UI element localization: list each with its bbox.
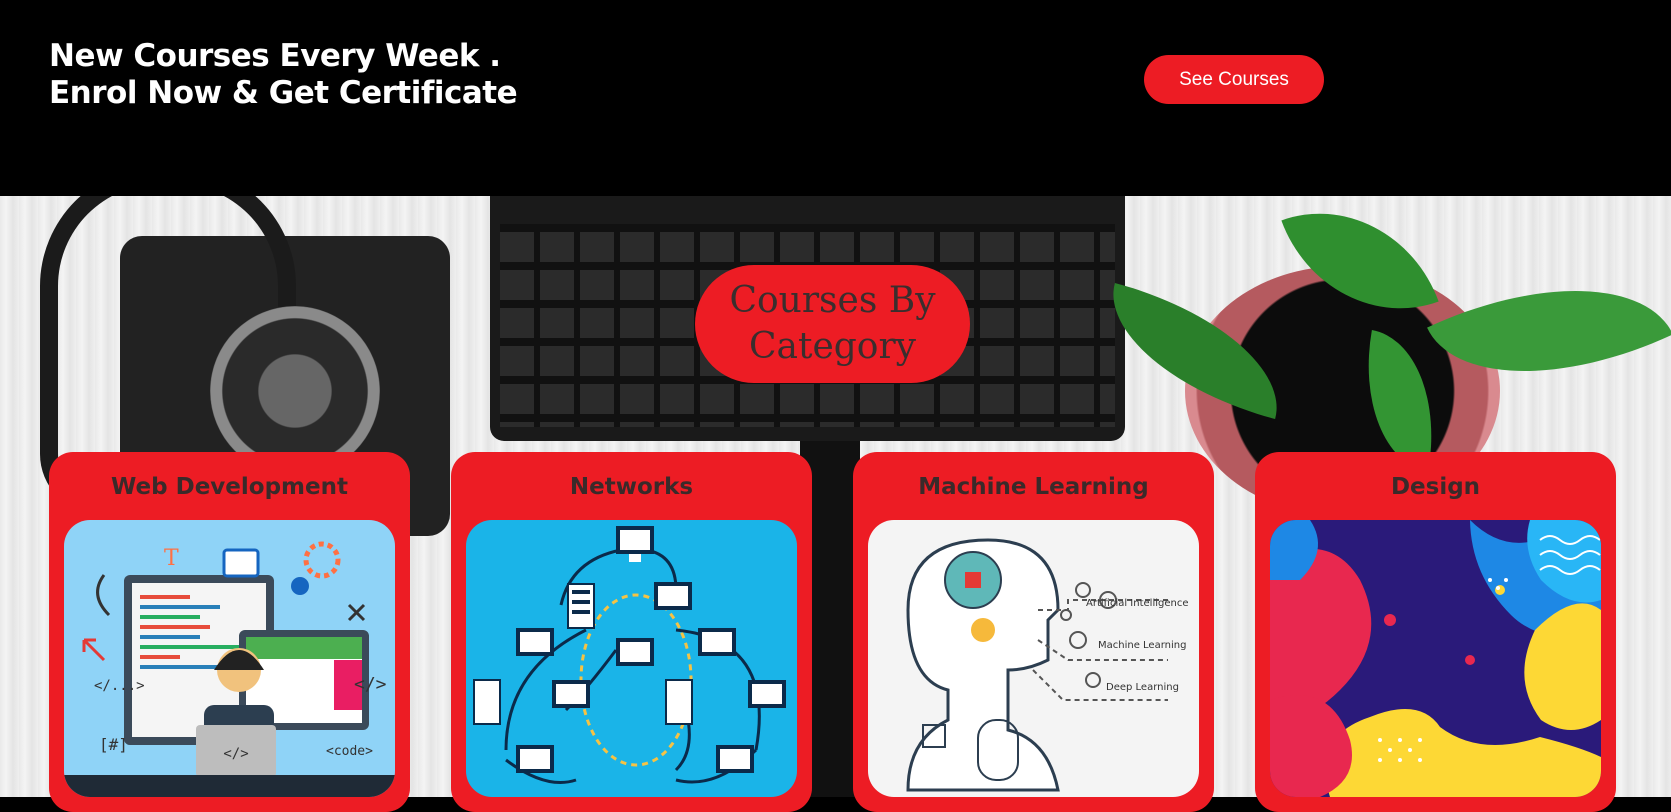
camera-lens-photo: [210, 306, 380, 476]
svg-text:T: T: [164, 546, 179, 571]
category-title: Design: [1390, 474, 1481, 500]
top-banner: New Courses Every Week . Enrol Now & Get…: [0, 0, 1671, 196]
ml-label: Machine Learning: [1098, 640, 1186, 651]
category-card-design[interactable]: Design: [1255, 452, 1616, 812]
web-label: </>: [354, 674, 387, 695]
category-title: Networks: [569, 474, 694, 500]
ml-label: Deep Learning: [1106, 682, 1179, 693]
design-image: [1270, 520, 1601, 797]
svg-text:</>: </>: [223, 746, 248, 762]
computer-icon: [616, 526, 654, 562]
web-development-image: </> T </...> </> [#] <code>: [64, 520, 395, 797]
category-card-networks[interactable]: Networks: [451, 452, 812, 812]
category-card-web-development[interactable]: Web Development </> T </...> </> [#] <co…: [49, 452, 410, 812]
see-courses-button[interactable]: See Courses: [1144, 55, 1324, 104]
ml-label: Artificial Intelligence: [1086, 598, 1189, 609]
web-label: <code>: [326, 744, 373, 759]
promo-line-1: New Courses Every Week .: [49, 38, 501, 74]
category-title: Web Development: [111, 474, 348, 500]
networks-image: [466, 520, 797, 797]
category-card-machine-learning[interactable]: Machine Learning Artificial Intelligence…: [853, 452, 1214, 812]
machine-learning-image: Artificial Intelligence Machine Learning…: [868, 520, 1199, 797]
section-title-line-1: Courses By: [729, 280, 936, 321]
category-title: Machine Learning: [918, 474, 1149, 500]
section-title: Courses By Category: [695, 265, 970, 383]
web-label: </...>: [94, 678, 145, 694]
section-title-line-2: Category: [748, 326, 917, 367]
promo-text: New Courses Every Week . Enrol Now & Get…: [49, 38, 518, 112]
promo-line-2: Enrol Now & Get Certificate: [49, 75, 518, 111]
web-label: [#]: [99, 735, 128, 754]
